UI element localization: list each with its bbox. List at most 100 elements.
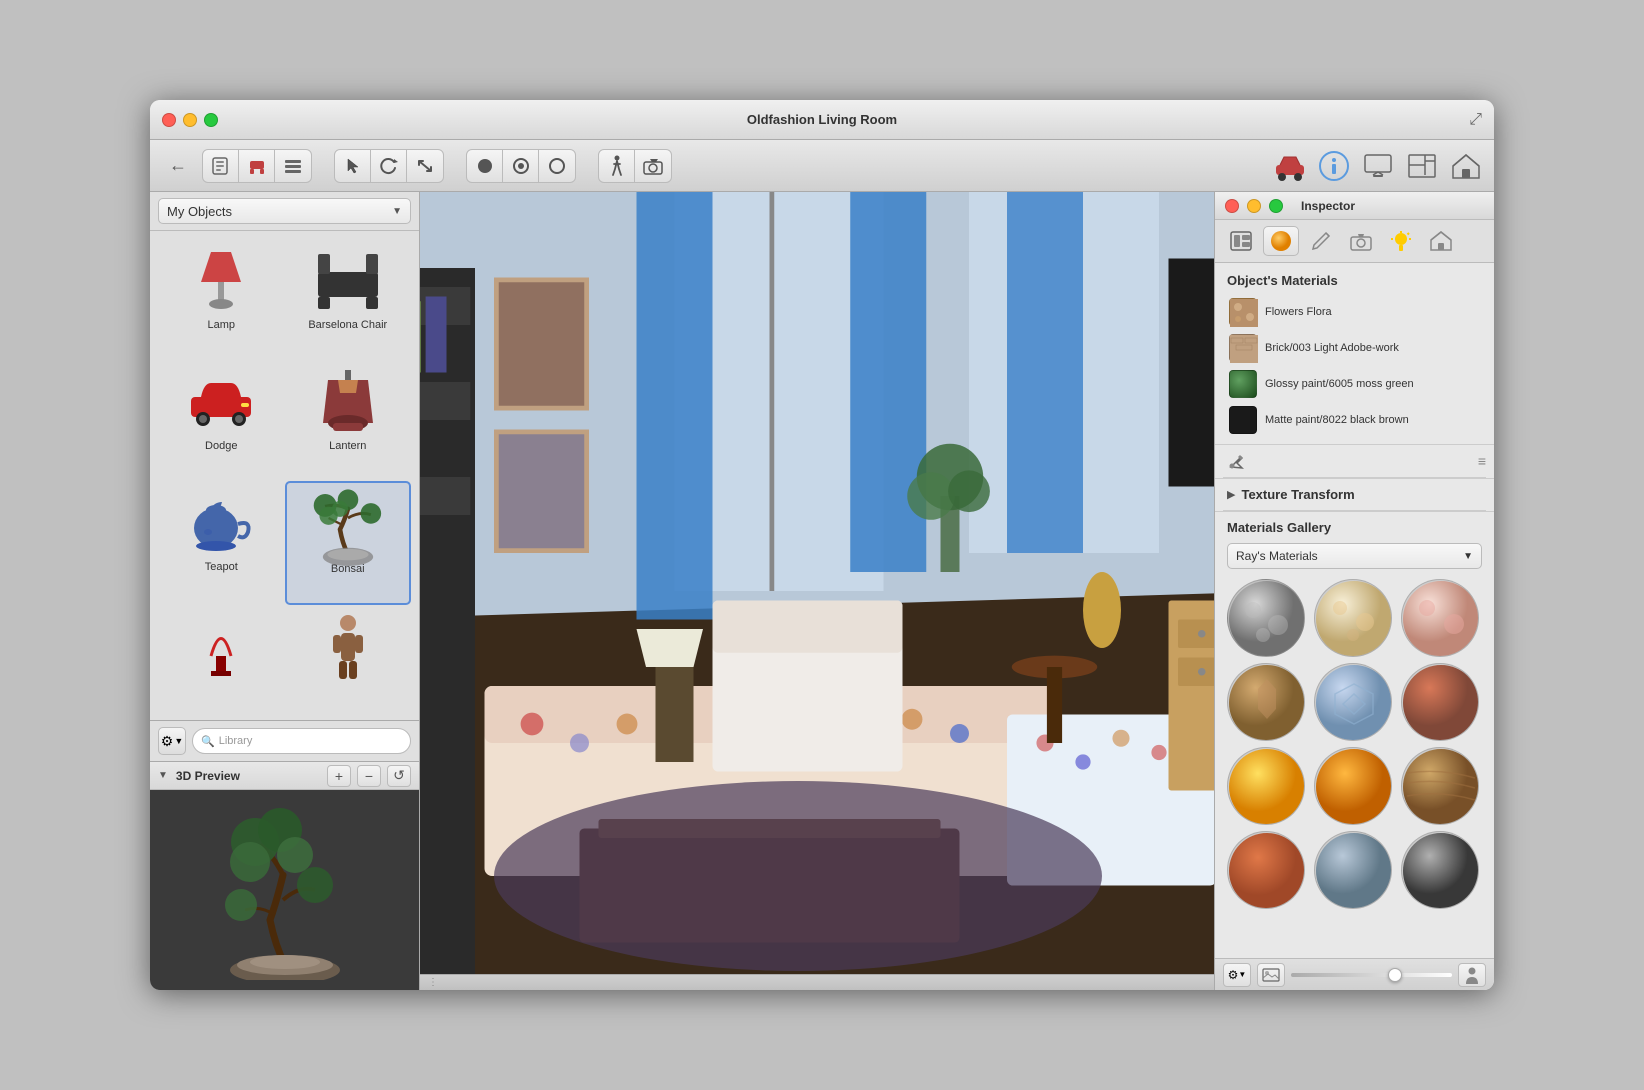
gallery-ball-orange2[interactable] xyxy=(1314,747,1392,825)
toolbar-floor-plan-icon[interactable] xyxy=(1404,148,1440,184)
toolbar-group-files xyxy=(202,149,312,183)
inspector-max-button[interactable] xyxy=(1269,199,1283,213)
brick-swatch xyxy=(1229,334,1257,362)
teapot-label: Teapot xyxy=(205,561,238,573)
bonsai-label: Bonsai xyxy=(331,563,365,575)
object-item-lamp[interactable]: Lamp xyxy=(158,239,285,360)
gallery-ball-wood[interactable] xyxy=(1401,747,1479,825)
material-item-flowers[interactable]: Flowers Flora xyxy=(1223,294,1486,330)
dropper-tool-button[interactable] xyxy=(1223,449,1251,473)
barselona-chair-label: Barselona Chair xyxy=(308,319,387,331)
gallery-dropdown[interactable]: Ray's Materials ▼ xyxy=(1227,543,1482,569)
gallery-ball-orange-rough[interactable] xyxy=(1227,831,1305,909)
toolbar-circle2-icon[interactable] xyxy=(503,149,539,183)
inspector-tab-sphere[interactable] xyxy=(1263,226,1299,256)
gallery-title: Materials Gallery xyxy=(1227,520,1482,535)
inspector-menu-icon[interactable]: ≡ xyxy=(1478,453,1486,469)
my-objects-dropdown[interactable]: My Objects ▼ xyxy=(158,198,411,224)
inspector-slider[interactable] xyxy=(1291,973,1452,977)
toolbar-walk-icon[interactable] xyxy=(599,149,635,183)
gear-button[interactable]: ⚙ ▼ xyxy=(158,727,186,755)
titlebar: Oldfashion Living Room ⤢ xyxy=(150,100,1494,140)
preview-triangle-icon: ▼ xyxy=(158,770,168,781)
toolbar-circle1-icon[interactable] xyxy=(467,149,503,183)
toolbar-monitor-icon[interactable] xyxy=(1360,148,1396,184)
gallery-ball-brown-damask[interactable] xyxy=(1227,663,1305,741)
back-button[interactable]: ← xyxy=(160,149,196,183)
toolbar-house-icon[interactable] xyxy=(1448,148,1484,184)
titlebar-buttons xyxy=(162,113,218,127)
material-item-brick[interactable]: Brick/003 Light Adobe-work xyxy=(1223,330,1486,366)
inspector-title: Inspector xyxy=(1301,199,1355,213)
material-item-matte[interactable]: Matte paint/8022 black brown xyxy=(1223,402,1486,438)
main-area: My Objects ▼ Lamp xyxy=(150,192,1494,990)
toolbar-list-icon[interactable] xyxy=(275,149,311,183)
inspector-tab-camera[interactable] xyxy=(1343,226,1379,256)
glossy-material-name: Glossy paint/6005 moss green xyxy=(1265,377,1414,391)
toolbar-car-icon[interactable] xyxy=(1272,148,1308,184)
objects-materials-title: Object's Materials xyxy=(1215,263,1494,294)
inspector-min-button[interactable] xyxy=(1247,199,1261,213)
toolbar-camera-icon[interactable] xyxy=(635,149,671,183)
inspector-image-button[interactable] xyxy=(1257,963,1285,987)
zoom-in-button[interactable]: + xyxy=(327,765,351,787)
inspector-tab-edit[interactable] xyxy=(1303,226,1339,256)
toolbar-chair-icon[interactable] xyxy=(239,149,275,183)
preview-title: 3D Preview xyxy=(176,769,240,783)
brick-material-name: Brick/003 Light Adobe-work xyxy=(1265,341,1399,355)
preview-header[interactable]: ▼ 3D Preview + − ↺ xyxy=(150,762,419,790)
object-item-plant[interactable] xyxy=(158,605,285,712)
gallery-ball-orange1[interactable] xyxy=(1227,747,1305,825)
toolbar-documents-icon[interactable] xyxy=(203,149,239,183)
toolbar-circle3-icon[interactable] xyxy=(539,149,575,183)
object-item-dodge[interactable]: Dodge xyxy=(158,360,285,481)
gallery-ball-dark-gray[interactable] xyxy=(1401,831,1479,909)
inspector-tab-objects[interactable] xyxy=(1223,226,1259,256)
material-item-glossy[interactable]: Glossy paint/6005 moss green xyxy=(1223,366,1486,402)
inspector-slider-thumb[interactable] xyxy=(1388,968,1402,982)
gear-icon: ⚙ xyxy=(161,733,174,750)
expand-icon[interactable]: ⤢ xyxy=(1469,111,1482,129)
maximize-button[interactable] xyxy=(204,113,218,127)
dropdown-small-arrow: ▼ xyxy=(174,736,183,746)
object-item-bonsai[interactable]: Bonsai xyxy=(285,481,412,606)
figure-icon xyxy=(308,613,388,683)
search-box[interactable]: 🔍 Library xyxy=(192,728,411,754)
gallery-ball-blue-gray[interactable] xyxy=(1314,831,1392,909)
inspector-gear-button[interactable]: ⚙ ▼ xyxy=(1223,963,1251,987)
object-item-teapot[interactable]: Teapot xyxy=(158,481,285,606)
object-item-barselona-chair[interactable]: Barselona Chair xyxy=(285,239,412,360)
refresh-button[interactable]: ↺ xyxy=(387,765,411,787)
gallery-ball-blue-diamond[interactable] xyxy=(1314,663,1392,741)
texture-transform-triangle-icon: ▶ xyxy=(1227,488,1235,501)
gallery-ball-cream-floral[interactable] xyxy=(1314,579,1392,657)
toolbar-info-icon[interactable] xyxy=(1316,148,1352,184)
zoom-out-button[interactable]: − xyxy=(357,765,381,787)
gallery-ball-red-floral[interactable] xyxy=(1401,579,1479,657)
toolbar-rotate-icon[interactable] xyxy=(371,149,407,183)
gallery-ball-gray-floral[interactable] xyxy=(1227,579,1305,657)
flowers-material-name: Flowers Flora xyxy=(1265,305,1332,319)
main-window: Oldfashion Living Room ⤢ ← xyxy=(150,100,1494,990)
inspector-tab-light[interactable] xyxy=(1383,226,1419,256)
sidebar-header: My Objects ▼ xyxy=(150,192,419,231)
inspector-person-button[interactable] xyxy=(1458,963,1486,987)
texture-transform-header[interactable]: ▶ Texture Transform xyxy=(1227,487,1482,502)
toolbar-cursor-icon[interactable] xyxy=(335,149,371,183)
bonsai-preview-svg xyxy=(195,800,375,980)
scene-view[interactable]: ⋮ xyxy=(420,192,1214,990)
gallery-grid xyxy=(1227,579,1482,917)
inspector-gear-icon: ⚙ xyxy=(1228,968,1239,982)
scene-bottom-bar: ⋮ xyxy=(420,974,1214,990)
inspector-tab-house[interactable] xyxy=(1423,226,1459,256)
my-objects-label: My Objects xyxy=(167,204,232,219)
dodge-label: Dodge xyxy=(205,440,237,452)
inspector-close-button[interactable] xyxy=(1225,199,1239,213)
toolbar-group-tools xyxy=(334,149,444,183)
window-title: Oldfashion Living Room xyxy=(747,112,897,127)
close-button[interactable] xyxy=(162,113,176,127)
object-item-figure[interactable] xyxy=(285,605,412,712)
toolbar-resize-icon[interactable] xyxy=(407,149,443,183)
gallery-ball-rust[interactable] xyxy=(1401,663,1479,741)
minimize-button[interactable] xyxy=(183,113,197,127)
